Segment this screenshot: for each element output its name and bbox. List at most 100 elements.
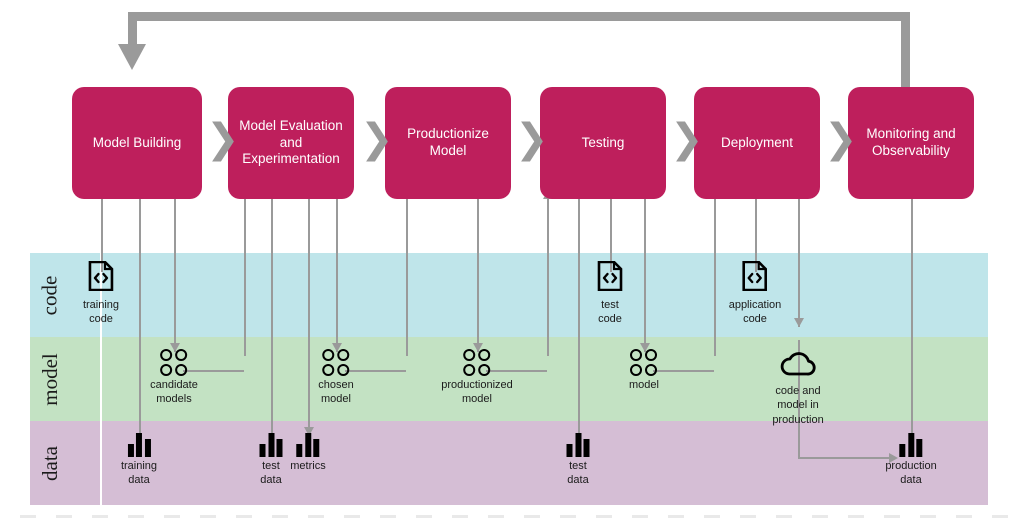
swimlane-label-data: data [30, 421, 70, 505]
artifact-test-code: test code [597, 260, 623, 327]
artifact-chosen-model: chosen model [318, 349, 354, 407]
artifact-label: training data [120, 460, 158, 487]
connector-cloud-to-production-data-horizontal [798, 457, 895, 459]
stage-chevron-0: ❯ [206, 116, 240, 162]
strip-dash [704, 515, 720, 518]
pipeline-stage-label: Model Evaluation and Experimentation [239, 117, 343, 167]
artifact-label: metrics [290, 460, 326, 472]
artifact-label: test data [260, 460, 282, 487]
strip-dash [236, 515, 252, 518]
connector-training-data-to-model-building [139, 199, 141, 440]
swimlane-divider [100, 421, 102, 505]
connector-production-data-to-monitoring [911, 199, 913, 440]
pipeline-stage-deployment[interactable]: Deployment [694, 87, 820, 199]
connector-model-evaluation-to-metrics [308, 199, 310, 436]
model-circles-icon [150, 349, 198, 376]
stage-chevron-3: ❯ [670, 116, 704, 162]
mlops-pipeline-diagram: code model data Model Building Model Evalua… [0, 0, 1024, 521]
pipeline-stage-model-building[interactable]: Model Building [72, 87, 202, 199]
pipeline-stage-label: Productionize Model [407, 126, 489, 158]
strip-dash [272, 515, 288, 518]
artifact-model: model [629, 349, 659, 392]
connector-productionized-model-to-testing [547, 199, 549, 356]
pipeline-stage-label: Testing [581, 134, 625, 150]
connector-testing-to-model [644, 199, 646, 352]
swimlane-data: data [30, 421, 988, 505]
feedback-loop-right-segment [901, 12, 910, 87]
feedback-loop-arrowhead [118, 44, 146, 70]
strip-dash [344, 515, 360, 518]
artifact-application-code: application code [728, 260, 782, 327]
artifact-label: training code [82, 299, 120, 326]
artifact-label: production data [885, 460, 937, 487]
pipeline-stage-label: Model Building [92, 134, 182, 150]
pipeline-stage-testing[interactable]: Testing [540, 87, 666, 199]
bar-chart-icon [566, 433, 590, 457]
cloud-icon [772, 349, 823, 382]
artifact-metrics: metrics [290, 433, 326, 473]
bar-chart-icon [259, 433, 283, 457]
strip-dash [488, 515, 504, 518]
strip-dash [884, 515, 900, 518]
strip-dash [308, 515, 324, 518]
stage-chevron-1: ❯ [360, 116, 394, 162]
strip-dash [92, 515, 108, 518]
connector-candidate-models-to-model-evaluation [244, 199, 246, 356]
strip-dash [776, 515, 792, 518]
artifact-code-and-model-in-production: code and model in production [772, 349, 824, 427]
strip-dash [452, 515, 468, 518]
bar-chart-icon [121, 433, 157, 457]
artifact-test-data: test data [259, 433, 283, 488]
connector-model-evaluation-to-chosen-model [336, 199, 338, 352]
strip-dash [20, 515, 36, 518]
arrowhead-down [794, 318, 804, 327]
swimlane-divider [100, 337, 102, 421]
artifact-label: candidate models [150, 379, 198, 406]
connector-productionize-to-productionized-model [477, 199, 479, 352]
artifact-label: test code [598, 299, 622, 326]
strip-dash [848, 515, 864, 518]
pipeline-stage-label: Monitoring and Observability [866, 126, 956, 158]
strip-dash [956, 515, 972, 518]
strip-dash [380, 515, 396, 518]
strip-dash [992, 515, 1008, 518]
feedback-loop-left-segment [128, 12, 137, 45]
stage-chevron-4: ❯ [824, 116, 858, 162]
artifact-test-data-2: test data [566, 433, 590, 488]
pipeline-stage-monitoring[interactable]: Monitoring and Observability [848, 87, 974, 199]
artifact-training-data: training data [121, 433, 157, 488]
model-circles-icon [318, 349, 353, 376]
artifact-label: code and model in production [772, 385, 824, 426]
artifact-candidate-models: candidate models [150, 349, 198, 407]
strip-dash [740, 515, 756, 518]
pipeline-stage-productionize[interactable]: Productionize Model [385, 87, 511, 199]
connector-test-data-to-testing [578, 199, 580, 440]
strip-dash [812, 515, 828, 518]
bar-chart-icon [885, 433, 936, 457]
code-file-icon [597, 260, 623, 296]
pipeline-stage-model-evaluation[interactable]: Model Evaluation and Experimentation [228, 87, 354, 199]
artifact-label: application code [728, 299, 782, 326]
connector-model-elbow [653, 370, 714, 372]
feedback-loop-top-segment [128, 12, 910, 21]
artifact-label: model [629, 379, 659, 391]
strip-dash [560, 515, 576, 518]
strip-dash [668, 515, 684, 518]
swimlane-label-model: model [30, 337, 70, 421]
model-circles-icon [629, 349, 659, 376]
connector-chosen-model-to-productionize [406, 199, 408, 356]
artifact-training-code: training code [82, 260, 120, 327]
strip-dash [596, 515, 612, 518]
strip-dash [200, 515, 216, 518]
swimlane-label-code: code [30, 253, 70, 337]
connector-test-data-to-model-evaluation [271, 199, 273, 440]
artifact-label: productionized model [441, 379, 513, 406]
strip-dash [56, 515, 72, 518]
stage-chevron-2: ❯ [515, 116, 549, 162]
code-file-icon [83, 260, 119, 296]
strip-dash [920, 515, 936, 518]
artifact-label: chosen model [318, 379, 354, 406]
strip-dash [128, 515, 144, 518]
swimlane-label-text: data [37, 445, 62, 481]
connector-deployment-to-cloud [798, 199, 800, 327]
